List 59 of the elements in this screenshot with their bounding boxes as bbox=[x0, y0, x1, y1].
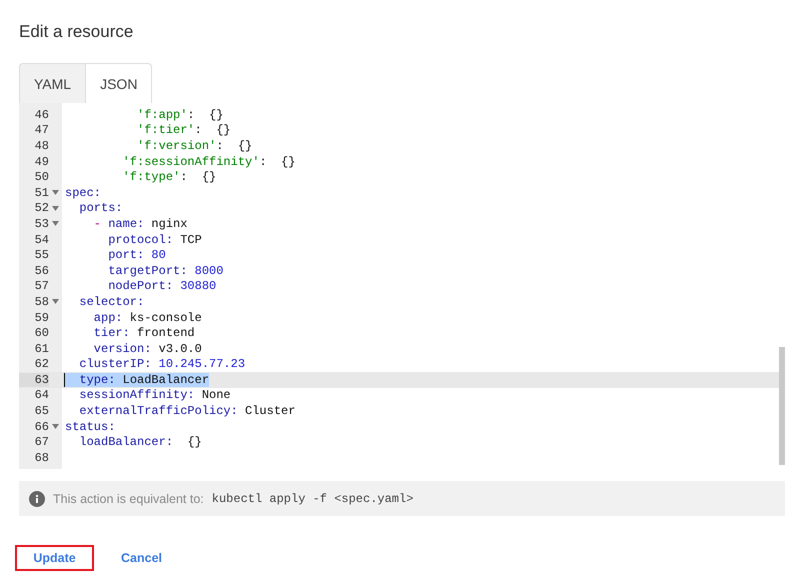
code-text: externalTrafficPolicy: Cluster bbox=[78, 404, 296, 418]
fold-caret-icon[interactable] bbox=[52, 221, 59, 226]
fold-caret-icon[interactable] bbox=[52, 299, 59, 304]
line-number: 67 bbox=[34, 435, 49, 450]
code-text: 'f:app': {} bbox=[136, 108, 224, 122]
code-text: 'f:version': {} bbox=[136, 138, 252, 153]
line-number: 61 bbox=[34, 342, 49, 356]
code-text: port: 80 bbox=[107, 248, 166, 262]
command-text: kubectl apply -f <spec.yaml> bbox=[212, 492, 414, 506]
code-text: targetPort: 8000 bbox=[107, 264, 224, 278]
info-icon bbox=[29, 490, 45, 506]
code-text: status: bbox=[64, 420, 116, 434]
line-number: 56 bbox=[34, 264, 49, 278]
fold-caret-icon[interactable] bbox=[52, 190, 59, 196]
line-number: 49 bbox=[34, 154, 49, 169]
line-number: 68 bbox=[34, 450, 49, 465]
code-text: clusterIP: 10.245.77.23 bbox=[78, 357, 246, 372]
action-button[interactable]: Update bbox=[15, 545, 94, 571]
dialog-title: Edit a resource bbox=[19, 22, 134, 42]
code-text: 'f:sessionAffinity': {} bbox=[122, 154, 296, 169]
notice-text: This action is equivalent to: bbox=[53, 492, 204, 506]
line-number: 63 bbox=[19, 372, 49, 387]
fold-caret-icon[interactable] bbox=[52, 424, 59, 430]
line-number: 60 bbox=[34, 326, 49, 340]
line-number: 55 bbox=[34, 248, 49, 262]
fold-caret-icon[interactable] bbox=[52, 206, 59, 211]
code-text: selector: bbox=[78, 294, 144, 309]
line-number: 53 bbox=[34, 216, 49, 231]
editor-tab[interactable]: JSON bbox=[85, 63, 152, 103]
line-number: 62 bbox=[34, 357, 49, 372]
line-number: 65 bbox=[34, 404, 49, 418]
line-number: 64 bbox=[34, 388, 49, 402]
code-text: ports: bbox=[78, 201, 123, 216]
code-text: version: v3.0.0 bbox=[92, 342, 202, 356]
line-number: 52 bbox=[34, 201, 49, 216]
code-text: 'f:type': {} bbox=[122, 170, 216, 184]
code-text: loadBalancer: {} bbox=[78, 435, 202, 450]
code-text: sessionAffinity: None bbox=[78, 388, 231, 402]
line-number: 50 bbox=[34, 170, 49, 184]
line-number: 48 bbox=[34, 138, 49, 153]
scrollbar-thumb[interactable] bbox=[779, 347, 785, 465]
code-text: tier: frontend bbox=[92, 326, 195, 340]
line-number: 47 bbox=[34, 123, 49, 138]
code-text: spec: bbox=[64, 186, 102, 200]
line-number: 57 bbox=[34, 279, 49, 294]
line-number: 59 bbox=[34, 310, 49, 325]
code-text: - name: nginx bbox=[92, 216, 188, 231]
line-number: 58 bbox=[34, 294, 49, 309]
code-text: protocol: TCP bbox=[107, 232, 202, 247]
line-number: 51 bbox=[34, 186, 49, 200]
code-text: type: LoadBalancer bbox=[64, 372, 210, 387]
line-number: 46 bbox=[34, 108, 49, 122]
line-number: 66 bbox=[34, 420, 49, 434]
action-button[interactable]: Cancel bbox=[102, 545, 181, 571]
editor-tab[interactable]: YAML bbox=[19, 63, 86, 103]
code-text: 'f:tier': {} bbox=[136, 123, 231, 138]
code-text: app: ks-console bbox=[92, 310, 202, 325]
code-text: nodePort: 30880 bbox=[107, 279, 216, 294]
line-number: 54 bbox=[34, 232, 49, 247]
